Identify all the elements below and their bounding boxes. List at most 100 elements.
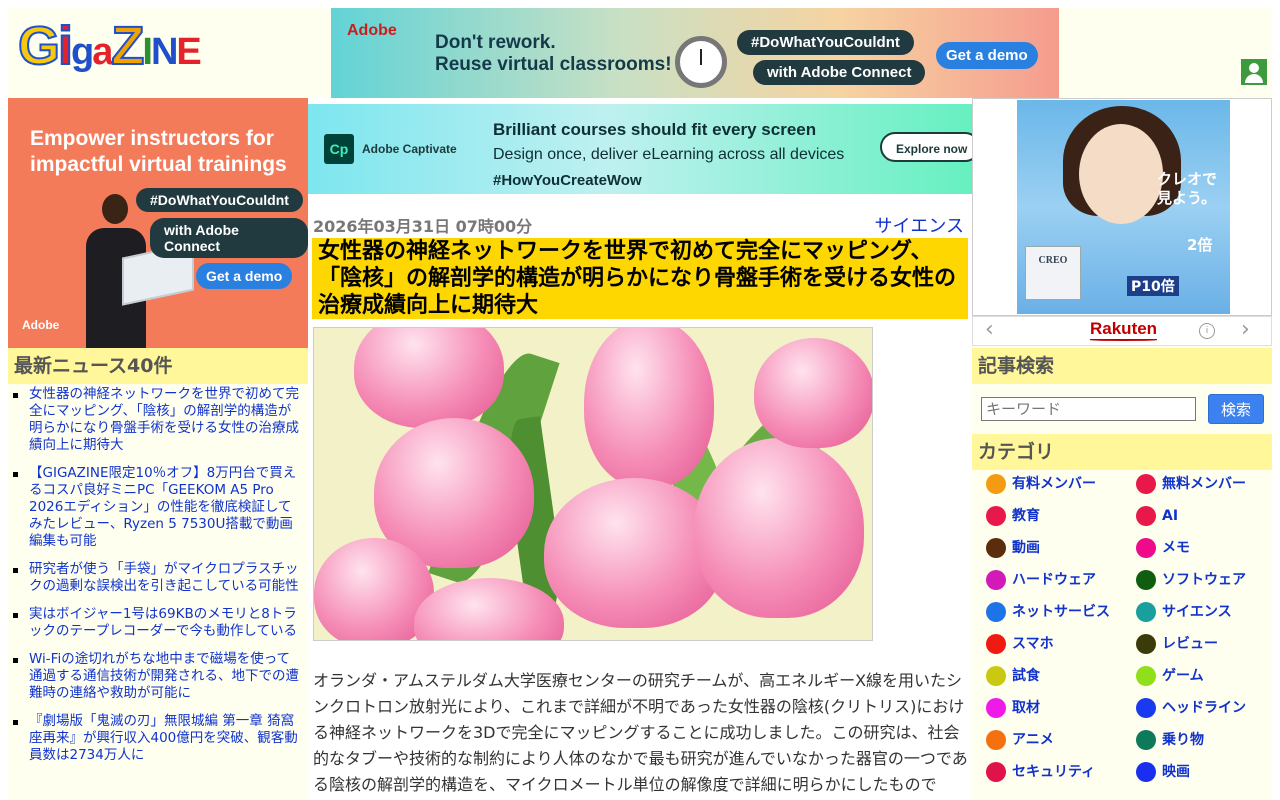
- category-label: メモ: [1162, 540, 1190, 556]
- logo-letter: E: [176, 31, 201, 73]
- category-item[interactable]: ネットサービス: [984, 600, 1134, 624]
- info-icon[interactable]: i: [1199, 323, 1215, 339]
- category-dot-icon: [1136, 538, 1156, 558]
- category-item[interactable]: ハードウェア: [984, 568, 1134, 592]
- ad-image: クレオで 見よう。 2倍 CREO P10倍: [1017, 100, 1230, 314]
- category-dot-icon: [1136, 730, 1156, 750]
- category-dot-icon: [1136, 634, 1156, 654]
- left-banner-ad[interactable]: Empower instructors for impactful virtual…: [8, 98, 308, 348]
- category-item[interactable]: ヘッドライン: [1134, 696, 1272, 720]
- logo-letter: i: [57, 15, 74, 77]
- logo-letter: Z: [110, 15, 145, 77]
- category-item[interactable]: メモ: [1134, 536, 1272, 560]
- news-item[interactable]: 研究者が使う「手袋」がマイクロプラスチックの過剰な誤検出を引き起こしている可能性: [8, 561, 302, 595]
- search-button[interactable]: 検索: [1208, 394, 1264, 424]
- ad-explore-button[interactable]: Explore now: [880, 132, 972, 162]
- ad-hashtag-pill: #DoWhatYouCouldnt: [737, 30, 914, 55]
- category-label: 教育: [1012, 508, 1040, 524]
- rakuten-logo[interactable]: Rakuten: [1090, 319, 1158, 341]
- category-item[interactable]: 動画: [984, 536, 1134, 560]
- category-label: ソフトウェア: [1162, 572, 1246, 588]
- ad-hashtag: #HowYouCreateWow: [493, 172, 642, 189]
- article-category-link[interactable]: サイエンス: [875, 212, 964, 238]
- category-item[interactable]: 有料メンバー: [984, 472, 1134, 496]
- adobe-logo: Adobe: [22, 318, 60, 332]
- category-item[interactable]: AI: [1134, 504, 1272, 528]
- rakuten-banner-ad[interactable]: クレオで 見よう。 2倍 CREO P10倍: [972, 98, 1272, 316]
- category-label: 取材: [1012, 700, 1040, 716]
- news-item[interactable]: 『劇場版「鬼滅の刃」無限城編 第一章 猗窩座再来』が興行収入400億円を突破、観…: [8, 713, 302, 764]
- category-label: 試食: [1012, 668, 1040, 684]
- category-dot-icon: [986, 538, 1006, 558]
- top-banner-ad[interactable]: Adobe Don't rework. Reuse virtual classro…: [331, 8, 1059, 98]
- category-dot-icon: [986, 762, 1006, 782]
- logo-letter: N: [150, 31, 178, 73]
- category-item[interactable]: アニメ: [984, 728, 1134, 752]
- category-label: セキュリティ: [1012, 764, 1096, 780]
- category-dot-icon: [986, 602, 1006, 622]
- ad-subtext: Design once, deliver eLearning across al…: [493, 146, 845, 163]
- article-banner-ad[interactable]: Cp Adobe Captivate Brilliant courses sho…: [308, 104, 972, 194]
- ad-get-demo-button[interactable]: Get a demo: [936, 42, 1038, 69]
- logo-letter: I: [142, 31, 152, 73]
- logo-letter: G: [17, 15, 61, 77]
- article-title: 女性器の神経ネットワークを世界で初めて完全にマッピング、「陰核」の解剖学的構造が…: [312, 238, 968, 319]
- category-dot-icon: [986, 698, 1006, 718]
- search-input[interactable]: [981, 397, 1196, 421]
- logo-letter: g: [71, 31, 94, 73]
- category-label: 有料メンバー: [1012, 476, 1096, 492]
- category-dot-icon: [986, 474, 1006, 494]
- category-item[interactable]: サイエンス: [1134, 600, 1272, 624]
- category-label: サイエンス: [1162, 604, 1232, 620]
- category-item[interactable]: セキュリティ: [984, 760, 1134, 784]
- ad-headline: Empower instructors for impactful virtual…: [30, 127, 287, 176]
- clock-icon: [675, 36, 727, 88]
- site-logo[interactable]: GigaZINE: [17, 14, 202, 84]
- category-dot-icon: [986, 666, 1006, 686]
- category-item[interactable]: 取材: [984, 696, 1134, 720]
- news-item[interactable]: 【GIGAZINE限定10％オフ】8万円台で買えるコスパ良好ミニPC「GEEKO…: [8, 465, 302, 550]
- ad-headline: Brilliant courses should fit every scree…: [493, 120, 817, 139]
- category-label: 映画: [1162, 764, 1190, 780]
- adobe-logo: Adobe: [347, 22, 397, 39]
- news-item[interactable]: 女性器の神経ネットワークを世界で初めて完全にマッピング、「陰核」の解剖学的構造が…: [8, 386, 302, 454]
- category-dot-icon: [1136, 698, 1156, 718]
- chevron-left-icon[interactable]: ‹: [985, 317, 994, 342]
- category-item[interactable]: 試食: [984, 664, 1134, 688]
- ad-text: クレオで 見よう。: [1157, 170, 1218, 207]
- category-item[interactable]: 教育: [984, 504, 1134, 528]
- presenter-illustration: [80, 190, 194, 348]
- category-label: ハードウェア: [1012, 572, 1096, 588]
- category-dot-icon: [986, 570, 1006, 590]
- category-dot-icon: [1136, 602, 1156, 622]
- category-item[interactable]: レビュー: [1134, 632, 1272, 656]
- category-dot-icon: [1136, 474, 1156, 494]
- category-item[interactable]: 乗り物: [1134, 728, 1272, 752]
- chevron-right-icon[interactable]: ›: [1241, 317, 1250, 342]
- user-icon[interactable]: [1241, 59, 1267, 85]
- category-dot-icon: [1136, 762, 1156, 782]
- ad-headline: Don't rework. Reuse virtual classrooms!: [435, 32, 672, 75]
- category-item[interactable]: 無料メンバー: [1134, 472, 1272, 496]
- product-box: CREO: [1025, 246, 1081, 300]
- ad-nav-row: ‹ Rakuten i ›: [972, 316, 1272, 346]
- category-label: レビュー: [1162, 636, 1218, 652]
- news-item[interactable]: Wi-Fiの途切れがちな地中まで磁場を使って通過する通信技術が開発される、地下で…: [8, 651, 302, 702]
- category-dot-icon: [1136, 570, 1156, 590]
- captivate-logo-icon: Cp: [324, 134, 354, 164]
- category-item[interactable]: ゲーム: [1134, 664, 1272, 688]
- ad-get-demo-button[interactable]: Get a demo: [196, 263, 293, 289]
- category-label: ネットサービス: [1012, 604, 1110, 620]
- category-item[interactable]: ソフトウェア: [1134, 568, 1272, 592]
- category-dot-icon: [1136, 666, 1156, 686]
- category-label: ヘッドライン: [1162, 700, 1246, 716]
- ad-product-pill: with Adobe Connect: [753, 60, 926, 85]
- category-item[interactable]: スマホ: [984, 632, 1134, 656]
- category-dot-icon: [1136, 506, 1156, 526]
- article-hero-image[interactable]: [313, 327, 873, 641]
- article-date: 2026年03月31日 07時00分: [313, 217, 533, 236]
- latest-news-list: 女性器の神経ネットワークを世界で初めて完全にマッピング、「陰核」の解剖学的構造が…: [8, 386, 308, 775]
- news-item[interactable]: 実はボイジャー1号は69KBのメモリと8トラックのテープレコーダーで今も動作して…: [8, 606, 302, 640]
- category-item[interactable]: 映画: [1134, 760, 1272, 784]
- ad-points: P10倍: [1127, 276, 1179, 296]
